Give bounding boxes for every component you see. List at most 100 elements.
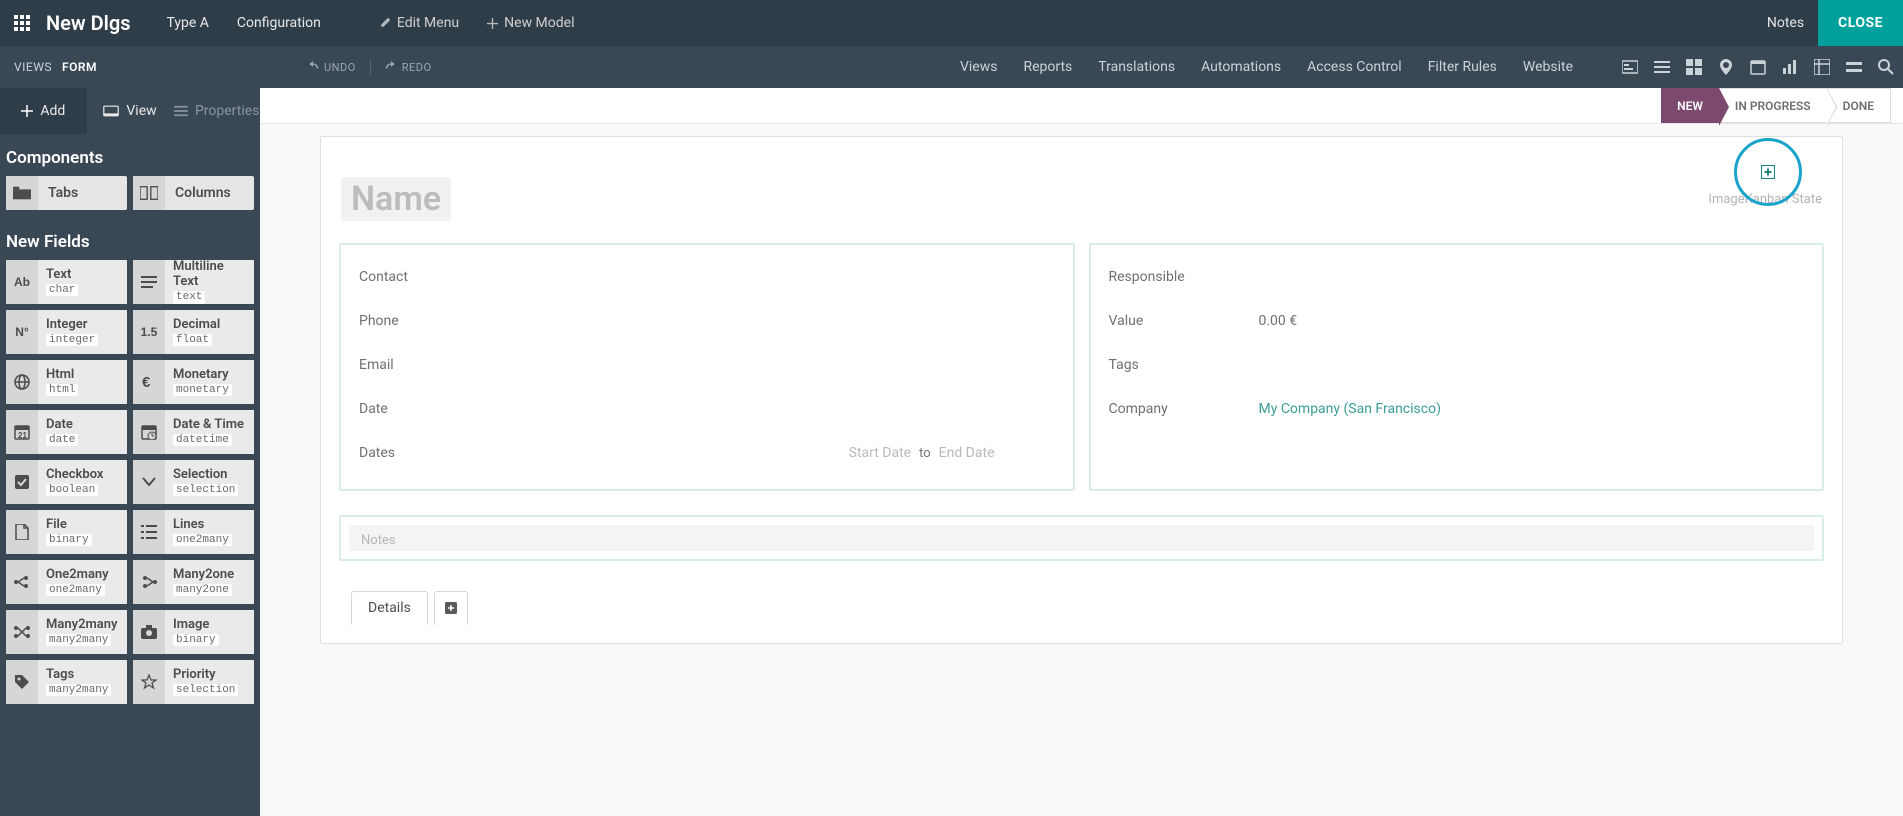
field-type-boolean-8[interactable]: Checkboxboolean [6,460,127,504]
sidebar-tab-add-label: Add [40,103,65,119]
field-type-float-3[interactable]: 1.5Decimalfloat [133,310,254,354]
field-type-binary-15[interactable]: Imagebinary [133,610,254,654]
status-new[interactable]: NEW [1661,88,1719,123]
many2many-icon [6,610,38,654]
field-value[interactable]: Value 0.00 € [1109,299,1805,343]
field-type-label: Many2one [173,568,246,583]
start-date-ph[interactable]: Start Date [849,445,911,461]
tab-filter-rules[interactable]: Filter Rules [1428,59,1497,75]
label-company: Company [1109,401,1259,417]
pivot-view-icon[interactable] [1813,58,1831,76]
component-tabs[interactable]: Tabs [6,176,127,210]
nav-notes[interactable]: Notes [1753,0,1818,46]
main-tabs: Views Reports Translations Automations A… [960,59,1573,75]
field-tags[interactable]: Tags [1109,343,1805,387]
html-icon [6,360,38,404]
field-type-label: Html [46,368,119,383]
crumb-views[interactable]: VIEWS [14,60,52,74]
field-type-label: Checkbox [46,468,119,483]
nav-type[interactable]: Type A [153,0,223,46]
add-button-highlighted[interactable] [1734,138,1802,206]
component-columns[interactable]: Columns [133,176,254,210]
left-panel-scroll[interactable]: Add View Properties Components Tabs [0,88,260,816]
add-tab-button[interactable] [434,591,468,625]
field-type-tech: date [46,434,78,447]
field-company[interactable]: Company My Company (San Francisco) [1109,387,1805,431]
field-type-text-1[interactable]: Multiline Texttext [133,260,254,304]
top-navbar: New Dlgs Type A Configuration Edit Menu … [0,0,1903,46]
field-type-datetime-7[interactable]: Date & Timedatetime [133,410,254,454]
status-in-progress[interactable]: IN PROGRESS [1719,88,1827,123]
label-email: Email [359,357,509,373]
value-amount: 0.00 € [1259,313,1805,329]
field-type-tech: text [173,291,205,304]
tab-details[interactable]: Details [351,591,428,625]
search-icon[interactable] [1877,58,1895,76]
sheet-tabs: Details [351,591,1824,625]
form-view-icon[interactable] [1621,58,1639,76]
field-type-selection-17[interactable]: Priorityselection [133,660,254,704]
sidebar-tab-add[interactable]: Add [0,88,87,134]
boolean-icon [6,460,38,504]
tab-translations[interactable]: Translations [1098,59,1175,75]
field-type-many2one-13[interactable]: Many2onemany2one [133,560,254,604]
field-type-monetary-5[interactable]: €Monetarymonetary [133,360,254,404]
field-dates[interactable]: Dates Start Date to End Date [359,431,1055,475]
component-columns-label: Columns [165,185,241,201]
calendar-view-icon[interactable] [1749,58,1767,76]
activity-view-icon[interactable] [1845,58,1863,76]
company-value[interactable]: My Company (San Francisco) [1259,401,1805,417]
field-type-one2many-12[interactable]: One2manyone2many [6,560,127,604]
many2one-icon [133,560,165,604]
field-email[interactable]: Email [359,343,1055,387]
map-view-icon[interactable] [1717,58,1735,76]
nav-edit-menu[interactable]: Edit Menu [365,0,473,46]
field-phone[interactable]: Phone [359,299,1055,343]
field-type-date-6[interactable]: 21Datedate [6,410,127,454]
sidebar-tab-view[interactable]: View [87,88,174,134]
field-type-label: One2many [46,568,119,583]
field-type-label: Text [46,268,119,283]
field-type-binary-10[interactable]: Filebinary [6,510,127,554]
nav-new-model[interactable]: New Model [473,0,588,46]
undo-button[interactable]: UNDO [307,61,356,74]
graph-view-icon[interactable] [1781,58,1799,76]
notes-panel: Notes [339,515,1824,561]
right-field-group: Responsible Value 0.00 € Tags Company My… [1089,243,1825,491]
end-date-ph[interactable]: End Date [939,445,995,461]
redo-button[interactable]: REDO [385,61,432,74]
apps-icon[interactable] [8,9,36,37]
label-dates: Dates [359,445,509,461]
field-type-tech: boolean [46,484,98,497]
field-type-many2many-16[interactable]: Tagsmany2many [6,660,127,704]
notes-field[interactable]: Notes [349,525,1814,551]
list-view-icon[interactable] [1653,58,1671,76]
field-type-many2many-14[interactable]: Many2manymany2many [6,610,127,654]
field-type-selection-9[interactable]: Selectionselection [133,460,254,504]
field-type-char-0[interactable]: AbTextchar [6,260,127,304]
close-button[interactable]: CLOSE [1818,0,1903,46]
field-type-one2many-11[interactable]: Linesone2many [133,510,254,554]
tab-website[interactable]: Website [1523,59,1573,75]
nav-configuration[interactable]: Configuration [223,0,335,46]
field-contact[interactable]: Contact [359,255,1055,299]
sidebar-tab-properties[interactable]: Properties [173,88,260,134]
app-title[interactable]: New Dlgs [46,11,131,35]
field-responsible[interactable]: Responsible [1109,255,1805,299]
kanban-view-icon[interactable] [1685,58,1703,76]
form-canvas[interactable]: NEW IN PROGRESS DONE Name ImageKanban St… [260,88,1903,816]
undo-label: UNDO [324,61,356,74]
crumb-form[interactable]: FORM [62,60,97,74]
field-type-integer-2[interactable]: N°Integerinteger [6,310,127,354]
field-type-tech: monetary [173,384,232,397]
field-type-html-4[interactable]: Htmlhtml [6,360,127,404]
name-field[interactable]: Name [341,177,451,221]
breadcrumb-bar: VIEWS FORM UNDO REDO Views Reports Trans… [0,46,1903,88]
tab-automations[interactable]: Automations [1201,59,1281,75]
tab-reports[interactable]: Reports [1023,59,1072,75]
field-type-label: File [46,518,119,533]
tab-access-control[interactable]: Access Control [1307,59,1402,75]
tab-views[interactable]: Views [960,59,998,75]
field-date[interactable]: Date [359,387,1055,431]
svg-text:21: 21 [18,431,27,440]
